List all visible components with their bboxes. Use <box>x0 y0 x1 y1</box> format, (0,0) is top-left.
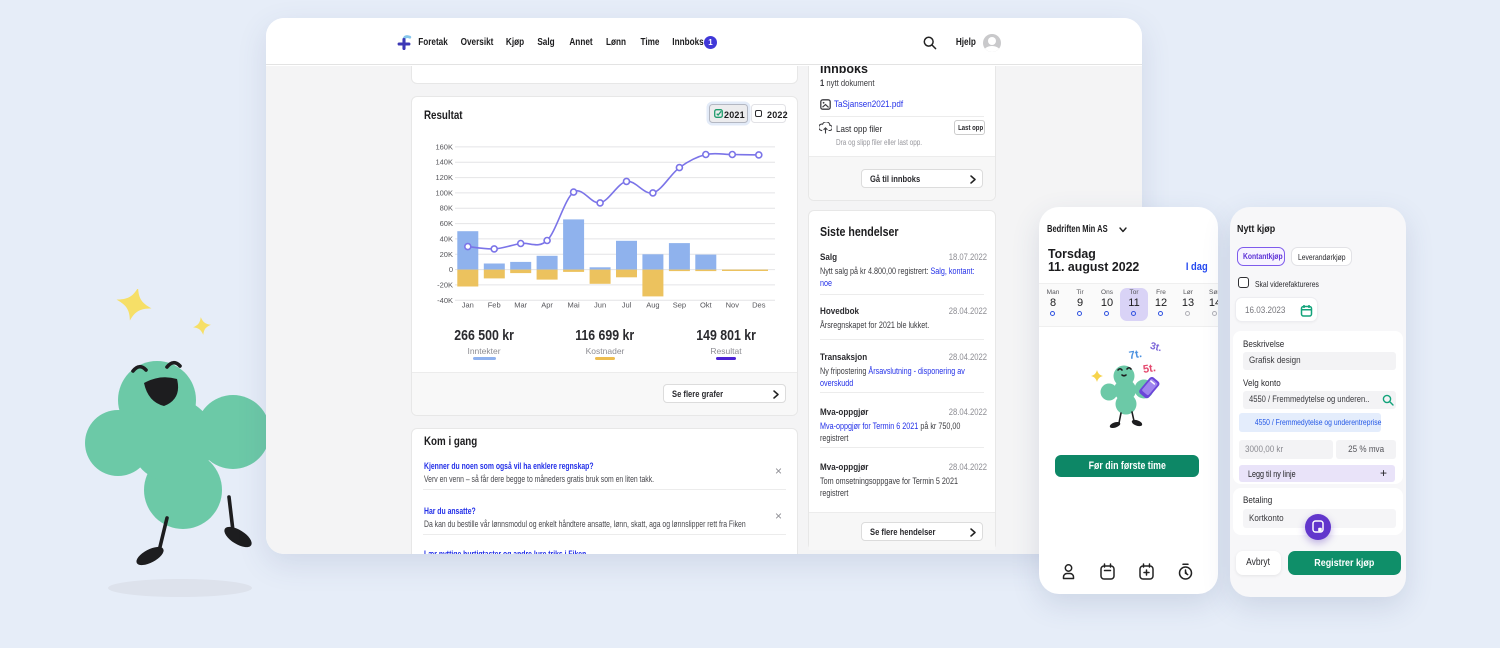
svg-text:Mai: Mai <box>568 301 580 310</box>
svg-text:Sep: Sep <box>673 301 686 310</box>
svg-text:-40K: -40K <box>437 296 453 305</box>
svg-text:Feb: Feb <box>488 301 501 310</box>
svg-text:-20K: -20K <box>437 280 453 289</box>
svg-text:Jan: Jan <box>462 301 474 310</box>
svg-text:120K: 120K <box>435 173 453 182</box>
svg-text:0: 0 <box>449 265 453 274</box>
svg-text:20K: 20K <box>440 250 453 259</box>
svg-text:160K: 160K <box>435 142 453 151</box>
svg-text:Jun: Jun <box>594 301 606 310</box>
svg-text:100K: 100K <box>435 188 453 197</box>
svg-text:60K: 60K <box>440 219 453 228</box>
svg-text:40K: 40K <box>440 234 453 243</box>
svg-text:Mar: Mar <box>514 301 527 310</box>
svg-text:Jul: Jul <box>622 301 632 310</box>
svg-text:80K: 80K <box>440 204 453 213</box>
svg-text:140K: 140K <box>435 158 453 167</box>
svg-text:Apr: Apr <box>541 301 553 310</box>
svg-text:Nov: Nov <box>726 301 740 310</box>
svg-text:Des: Des <box>752 301 766 310</box>
svg-text:Aug: Aug <box>646 301 659 310</box>
svg-text:Okt: Okt <box>700 301 713 310</box>
